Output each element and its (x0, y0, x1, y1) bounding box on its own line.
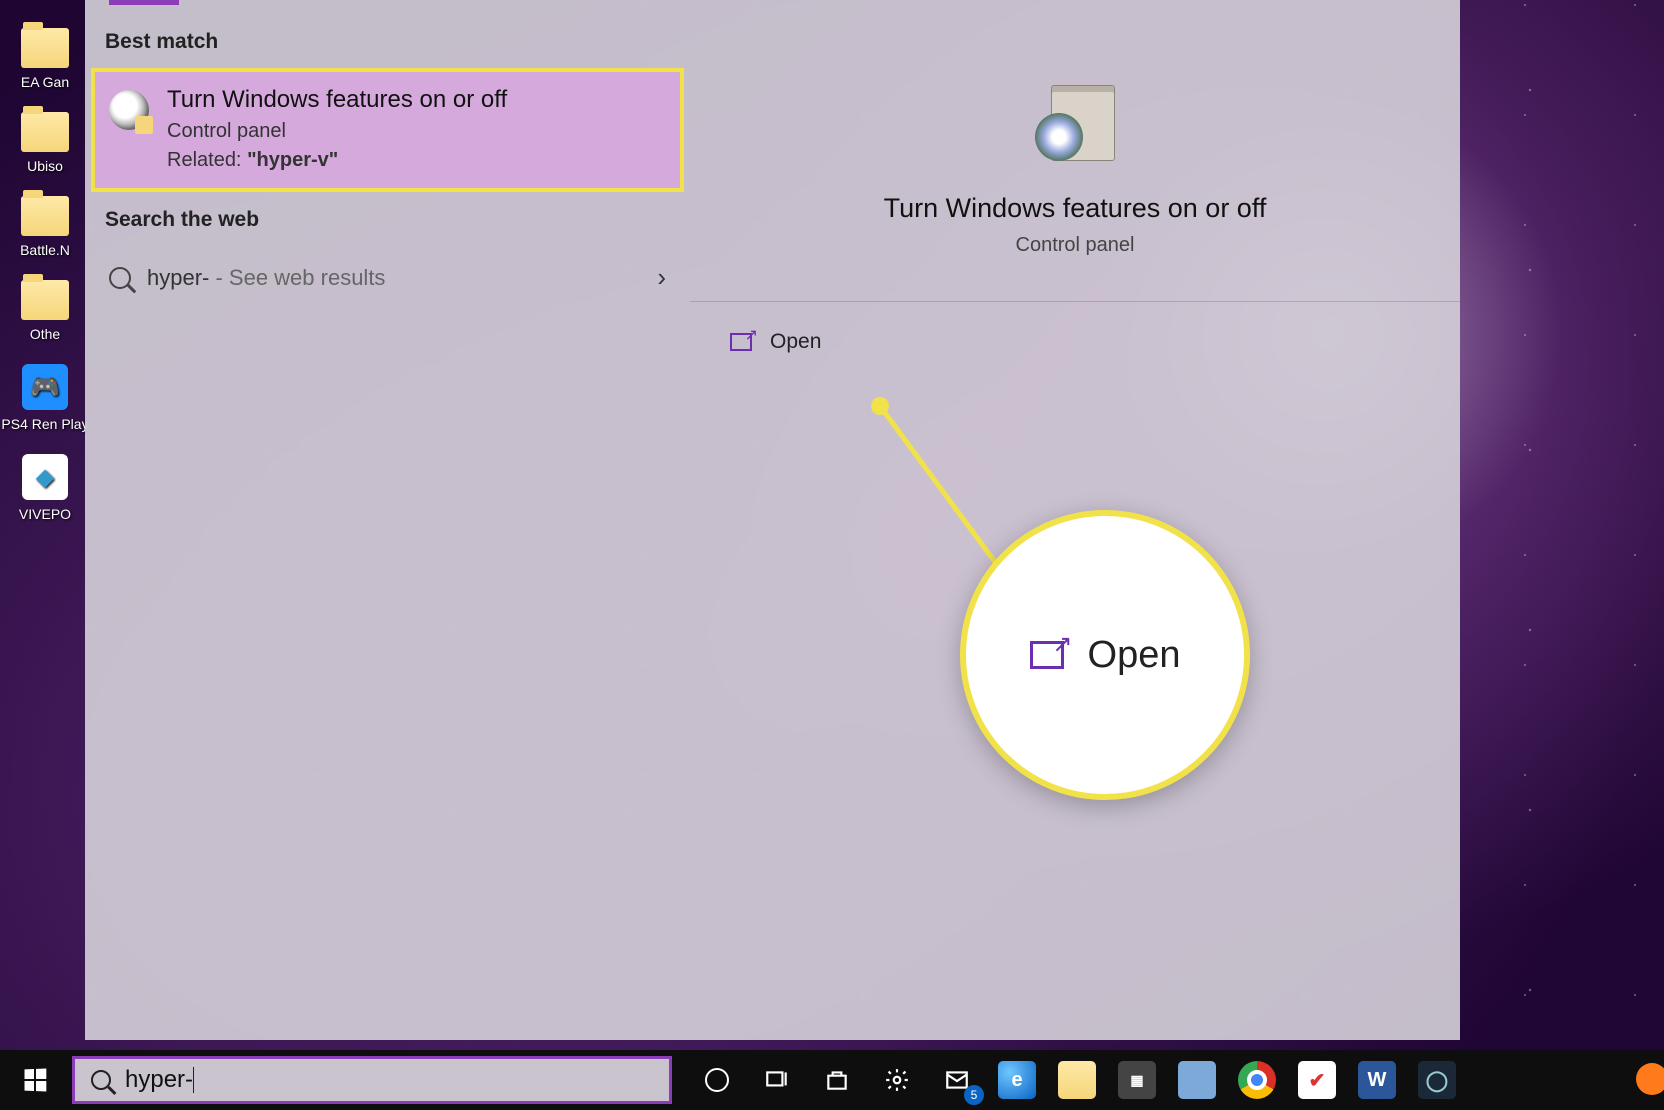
control-panel-icon (109, 90, 149, 130)
chrome-icon (1238, 1061, 1276, 1099)
search-results-pane: Best match Turn Windows features on or o… (85, 0, 690, 1040)
truncated-app-icon[interactable] (1636, 1063, 1664, 1095)
mail-button[interactable]: 5 (934, 1057, 980, 1103)
desktop-icons: EA Gan Ubiso Battle.N Othe 🎮 PS4 Ren Pla… (0, 0, 90, 544)
word-icon: W (1358, 1061, 1396, 1099)
detail-subtitle: Control panel (690, 234, 1460, 257)
desktop-icon-viveport[interactable]: ◆ VIVEPO (0, 454, 90, 522)
desktop-icon-battlenet[interactable]: Battle.N (0, 196, 90, 258)
cortana-button[interactable] (694, 1057, 740, 1103)
desktop-label: PS4 Ren Play (0, 416, 90, 432)
result-related: Related: "hyper-v" (167, 149, 507, 172)
taskbar-search[interactable]: hyper- (72, 1056, 672, 1104)
steam-icon: ◯ (1418, 1061, 1456, 1099)
edge-button[interactable]: e (994, 1057, 1040, 1103)
result-title: Turn Windows features on or off (167, 86, 507, 114)
chevron-right-icon: › (657, 262, 666, 293)
desktop-icon-ea[interactable]: EA Gan (0, 28, 90, 90)
word-button[interactable]: W (1354, 1057, 1400, 1103)
settings-button[interactable] (874, 1057, 920, 1103)
desktop-icon-other[interactable]: Othe (0, 280, 90, 342)
chrome-button[interactable] (1234, 1057, 1280, 1103)
callout-zoom: Open (960, 510, 1250, 800)
open-icon (730, 333, 752, 351)
search-web-header: Search the web (85, 192, 690, 246)
edge-icon: e (998, 1061, 1036, 1099)
search-icon (109, 267, 131, 289)
steam-button[interactable]: ◯ (1414, 1057, 1460, 1103)
web-suffix: - See web results (209, 265, 385, 290)
gear-icon (884, 1067, 910, 1093)
search-icon (91, 1070, 111, 1090)
taskbar: hyper- 5 e ▦ ✔ W ◯ (0, 1050, 1664, 1110)
search-flyout: Best match Turn Windows features on or o… (85, 0, 1460, 1040)
desktop-label: Battle.N (0, 242, 90, 258)
best-match-header: Best match (85, 14, 690, 68)
desktop-label: VIVEPO (0, 506, 90, 522)
open-action[interactable]: Open (690, 302, 1460, 382)
start-button[interactable] (0, 1050, 70, 1110)
wunderlist-button[interactable]: ✔ (1294, 1057, 1340, 1103)
cortana-icon (705, 1068, 729, 1092)
text-caret (193, 1067, 194, 1093)
result-subtitle: Control panel (167, 120, 507, 143)
task-view-button[interactable] (754, 1057, 800, 1103)
task-view-icon (764, 1067, 790, 1093)
zoom-label: Open (1088, 634, 1181, 677)
store-button[interactable] (814, 1057, 860, 1103)
sticky-notes-icon (1178, 1061, 1216, 1099)
wunderlist-icon: ✔ (1298, 1061, 1336, 1099)
best-match-result[interactable]: Turn Windows features on or off Control … (91, 68, 684, 192)
desktop-label: Othe (0, 326, 90, 342)
web-search-result[interactable]: hyper- - See web results › (85, 246, 690, 309)
search-query-text: hyper- (125, 1066, 193, 1094)
desktop-icon-ps4remote[interactable]: 🎮 PS4 Ren Play (0, 364, 90, 432)
open-icon (1030, 641, 1064, 669)
desktop-label: EA Gan (0, 74, 90, 90)
mail-badge: 5 (964, 1085, 984, 1105)
windows-logo-icon (25, 1069, 47, 1092)
open-label: Open (770, 330, 821, 354)
folder-icon (1058, 1061, 1096, 1099)
windows-features-icon (1035, 85, 1115, 165)
desktop-label: Ubiso (0, 158, 90, 174)
file-explorer-button[interactable] (1054, 1057, 1100, 1103)
calculator-button[interactable]: ▦ (1114, 1057, 1160, 1103)
sticky-notes-button[interactable] (1174, 1057, 1220, 1103)
web-query: hyper- (147, 265, 209, 290)
store-icon (824, 1067, 850, 1093)
detail-title: Turn Windows features on or off (690, 193, 1460, 224)
desktop-icon-ubisoft[interactable]: Ubiso (0, 112, 90, 174)
calculator-icon: ▦ (1118, 1061, 1156, 1099)
